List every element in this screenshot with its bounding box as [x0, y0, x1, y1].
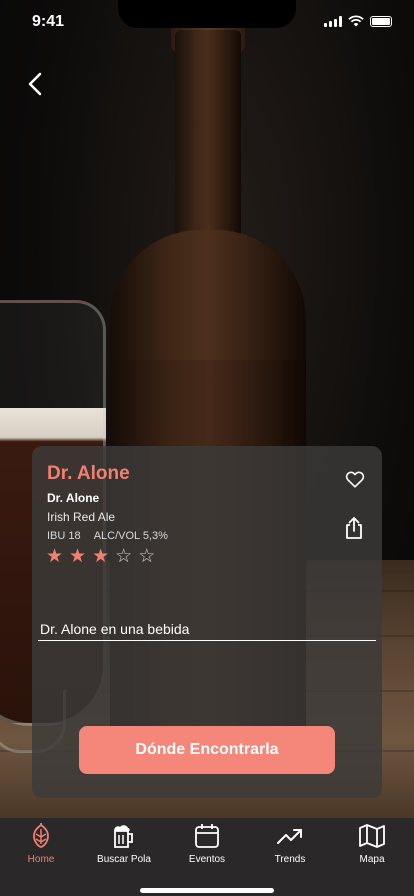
- beer-mug-icon: [114, 825, 133, 848]
- status-time: 9:41: [32, 13, 65, 30]
- star-empty-icon[interactable]: ☆: [138, 546, 155, 568]
- tab-home-label: Home: [27, 854, 55, 865]
- back-button[interactable]: [22, 70, 50, 98]
- calendar-icon: [195, 824, 219, 848]
- cellular-signal-icon: [324, 15, 342, 27]
- tab-mapa[interactable]: Mapa: [332, 822, 412, 872]
- star-filled-icon[interactable]: ★: [69, 546, 86, 568]
- status-icons: [324, 15, 392, 27]
- rating-stars[interactable]: ★ ★ ★ ☆ ☆: [46, 546, 155, 568]
- hop-icon: [33, 823, 49, 848]
- battery-icon: [370, 15, 392, 27]
- star-empty-icon[interactable]: ☆: [115, 546, 132, 568]
- notch: [118, 0, 296, 28]
- beer-name: Dr. Alone: [47, 463, 130, 484]
- tab-home[interactable]: Home: [1, 822, 81, 872]
- favorite-button[interactable]: [344, 468, 366, 490]
- share-button[interactable]: [344, 516, 364, 540]
- bottle-shoulder: [110, 230, 306, 370]
- home-indicator: [140, 888, 274, 893]
- tab-buscar-pola-label: Buscar Pola: [97, 854, 151, 865]
- tab-bar: Home Buscar Pola Eventos Trends Mapa: [0, 818, 414, 896]
- tab-trends[interactable]: Trends: [250, 822, 330, 872]
- beer-stats: IBU 18 ALC/VOL 5,3%: [47, 530, 168, 542]
- star-filled-icon[interactable]: ★: [92, 546, 109, 568]
- drink-input[interactable]: [38, 618, 376, 640]
- tab-trends-label: Trends: [274, 854, 306, 865]
- star-filled-icon[interactable]: ★: [46, 546, 63, 568]
- map-icon: [359, 824, 385, 848]
- wifi-icon: [348, 15, 364, 27]
- beer-style: Irish Red Ale: [47, 510, 116, 524]
- status-bar: 9:41: [0, 0, 414, 44]
- trend-up-icon: [277, 829, 302, 844]
- share-icon: [346, 517, 362, 539]
- ibu-value: IBU 18: [47, 530, 81, 542]
- tab-eventos-label: Eventos: [188, 854, 226, 865]
- drink-input-container: [38, 618, 376, 641]
- heart-icon: [345, 471, 365, 488]
- tab-buscar-pola[interactable]: Buscar Pola: [84, 822, 164, 872]
- tab-eventos[interactable]: Eventos: [167, 822, 247, 872]
- bottle-neck: [175, 30, 241, 250]
- chevron-left-icon: [28, 72, 42, 96]
- tab-mapa-label: Mapa: [359, 854, 385, 865]
- beer-info-card: Dr. Alone Dr. Alone Irish Red Ale IBU 18…: [32, 446, 382, 798]
- abv-value: ALC/VOL 5,3%: [93, 530, 168, 542]
- find-location-button[interactable]: Dónde Encontrarla: [79, 726, 335, 774]
- brewery-name: Dr. Alone: [47, 491, 100, 505]
